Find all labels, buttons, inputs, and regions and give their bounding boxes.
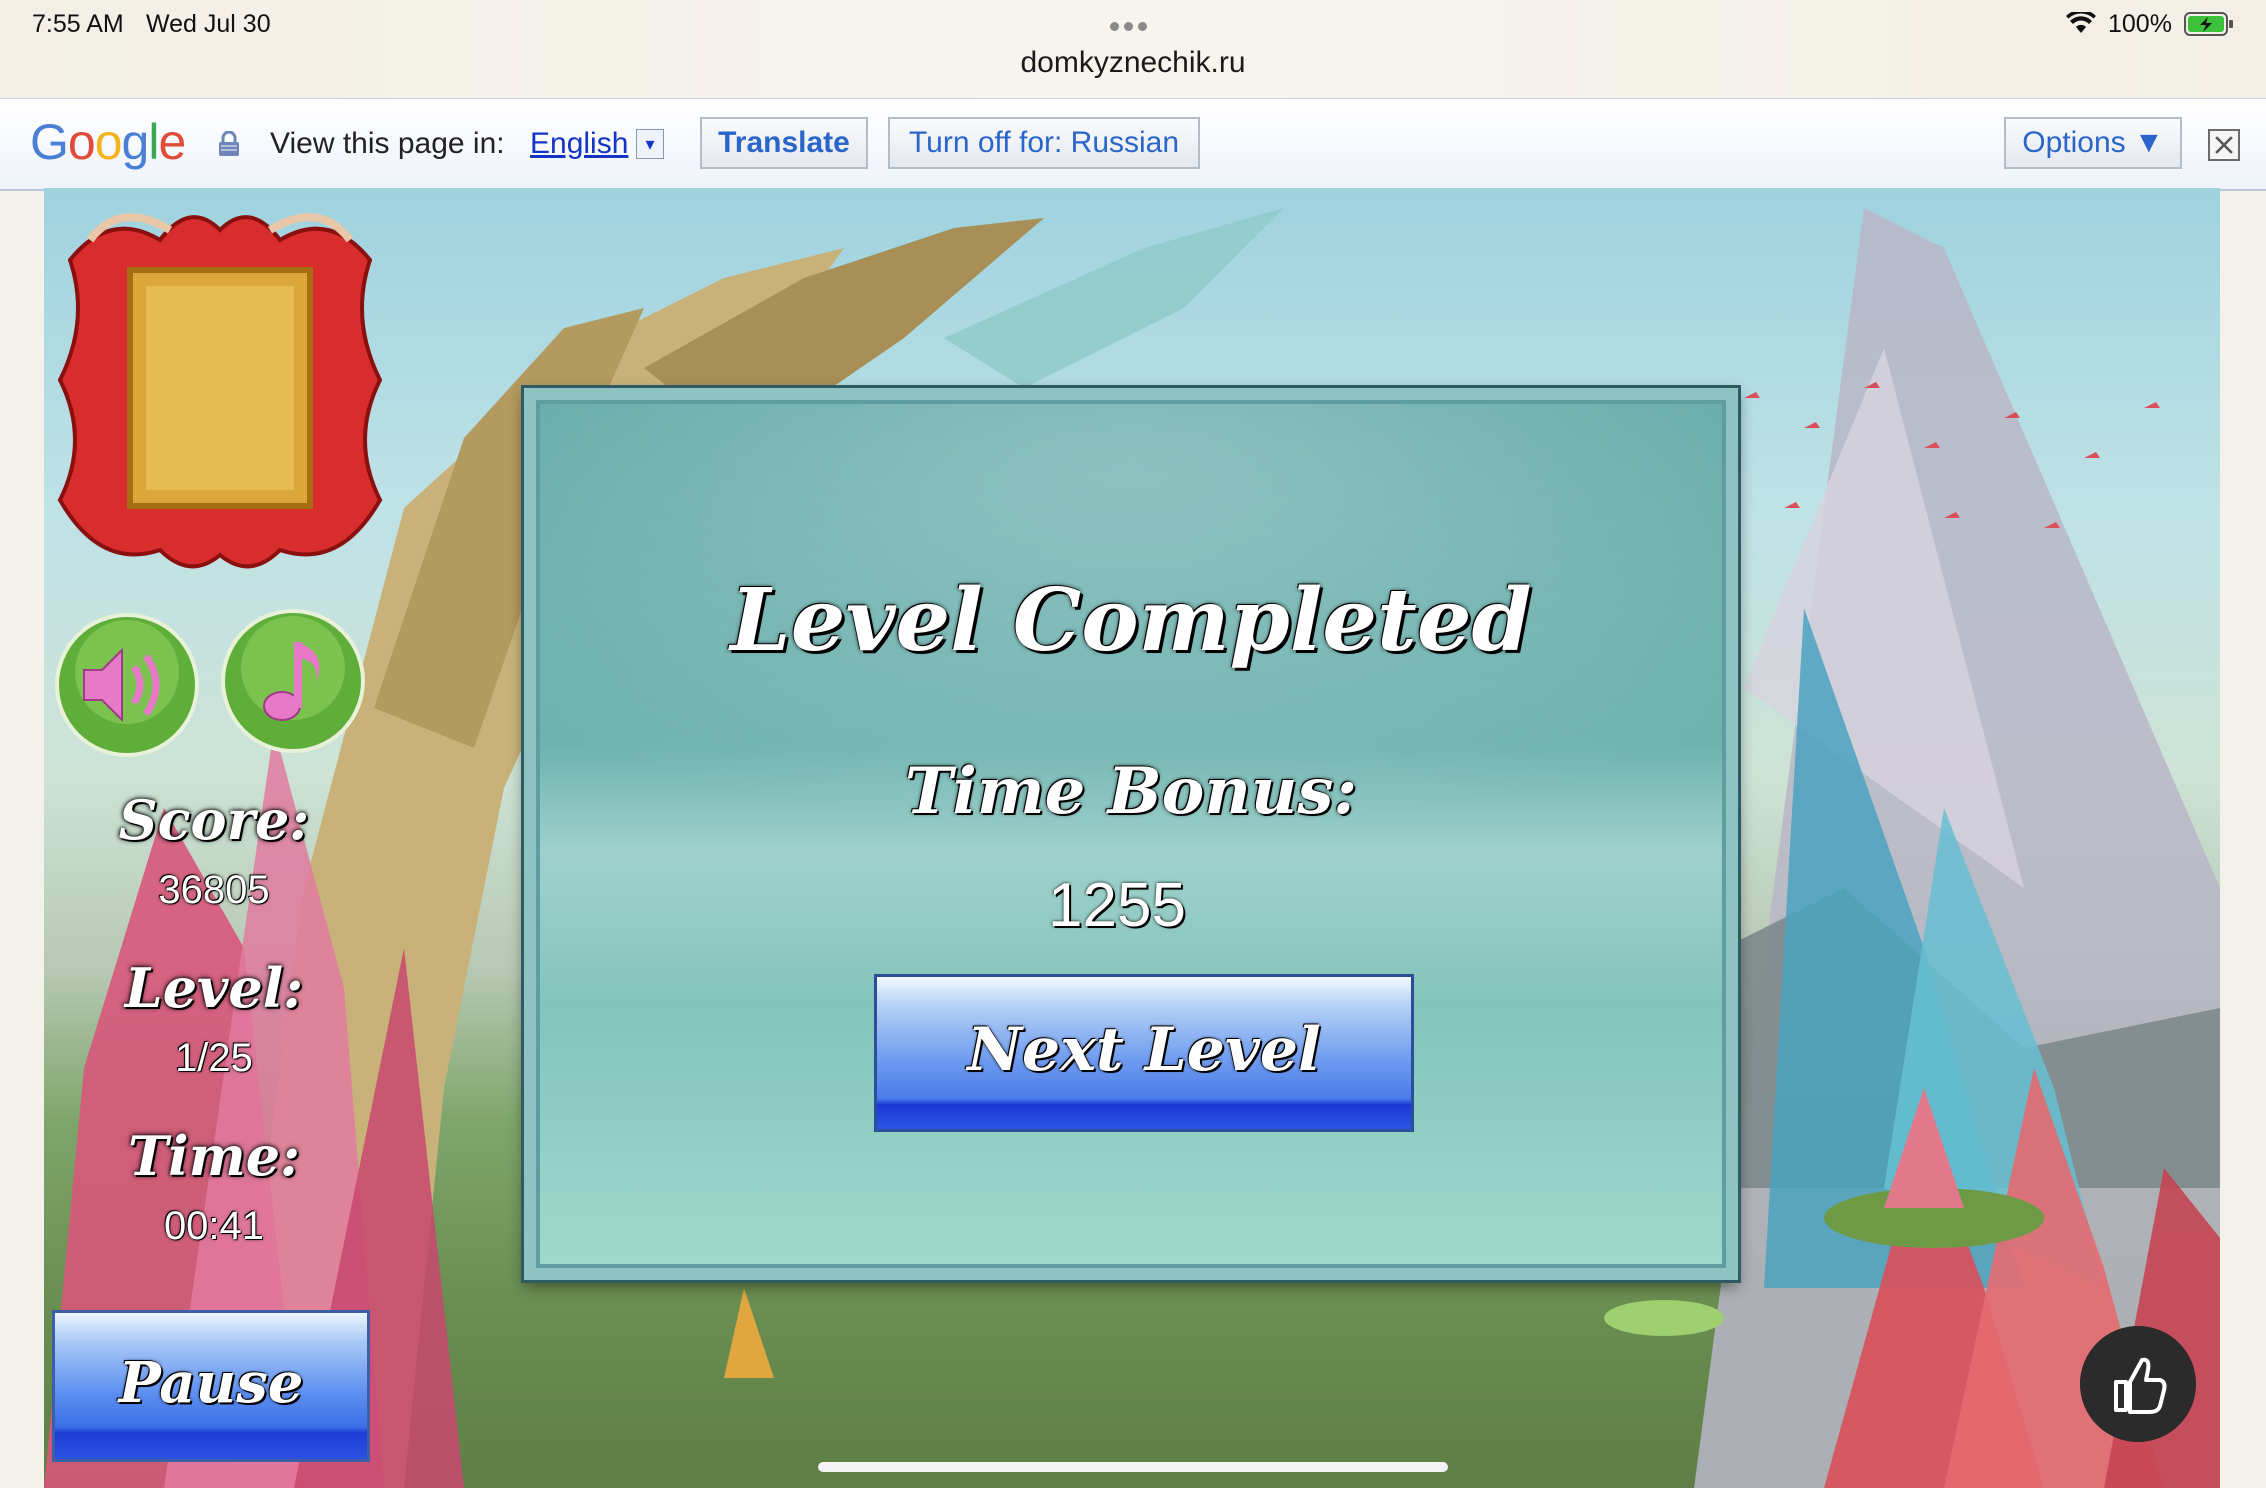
time-label: Time: [127, 1124, 301, 1188]
translate-button[interactable]: Translate [700, 117, 868, 169]
score-label: Score: [118, 788, 310, 852]
battery-charging-icon [2184, 12, 2233, 36]
thumbs-up-icon[interactable] [2080, 1326, 2196, 1442]
sound-toggle-button[interactable] [54, 612, 200, 758]
close-icon[interactable] [2208, 129, 2240, 161]
level-value: 1/25 [175, 1036, 253, 1080]
battery-percent: 100% [2108, 10, 2172, 38]
pause-button[interactable]: Pause [52, 1310, 370, 1462]
wifi-icon [2066, 12, 2096, 33]
view-page-label: View this page in: [270, 127, 505, 160]
music-toggle-button[interactable] [220, 608, 366, 754]
time-bonus-value: 1255 [1048, 871, 1186, 940]
lock-icon [219, 131, 239, 156]
status-time: 7:55 AM [32, 10, 124, 38]
options-button[interactable]: Options ▼ [2004, 117, 2182, 169]
dialog-title: Level Completed [730, 570, 1532, 671]
google-logo: Google [30, 114, 186, 170]
score-value: 36805 [158, 868, 270, 912]
status-date: Wed Jul 30 [146, 10, 271, 38]
game-canvas[interactable]: Score: 36805 Level: 1/25 Time: 00:41 Pau… [44, 188, 2220, 1488]
level-label: Level: [124, 956, 304, 1020]
turn-off-translation-button[interactable]: Turn off for: Russian [888, 117, 1200, 169]
next-level-button[interactable]: Next Level [874, 974, 1414, 1132]
language-link[interactable]: English [530, 127, 628, 161]
time-value: 00:41 [163, 1204, 265, 1248]
home-indicator[interactable] [818, 1462, 1448, 1472]
time-bonus-label: Time Bonus: [904, 754, 1358, 829]
status-bar: 7:55 AM Wed Jul 30 domkyznechik.ru 100% [0, 0, 2266, 98]
address-bar-url[interactable]: domkyznechik.ru [0, 46, 2266, 80]
portrait-frame [57, 213, 383, 569]
multitasking-dots-icon[interactable] [1110, 18, 1158, 31]
level-completed-dialog: Level Completed Time Bonus: 1255 Next Le… [521, 385, 1741, 1283]
language-dropdown-icon[interactable]: ▾ [636, 129, 664, 159]
google-translate-bar: Google View this page in: English ▾ Tran… [0, 98, 2266, 191]
